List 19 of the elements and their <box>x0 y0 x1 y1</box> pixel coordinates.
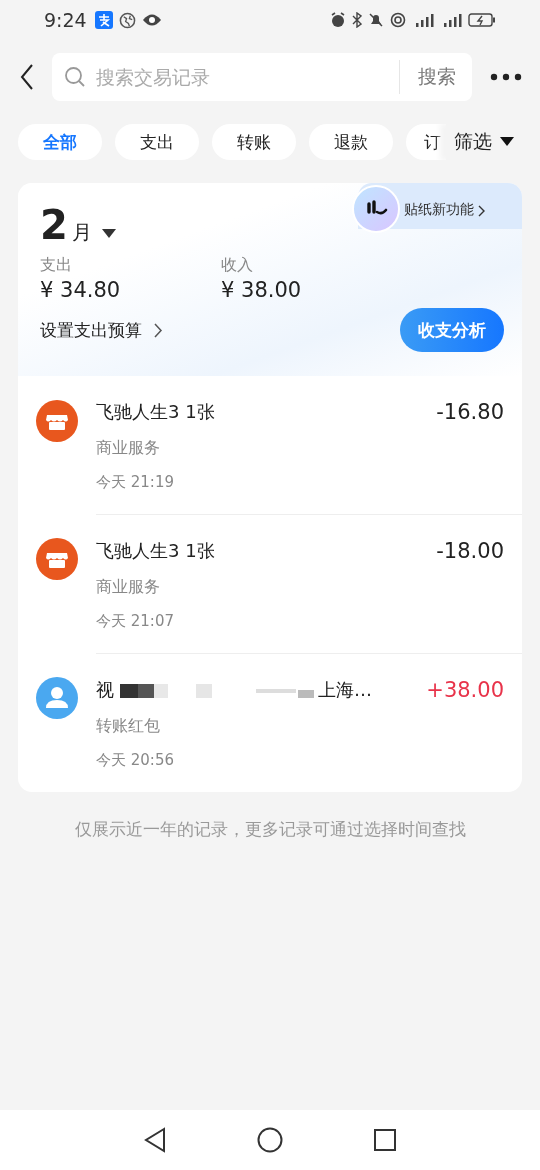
transaction-title: 飞驰人生3 1张 <box>96 400 215 424</box>
footer-note: 仅展示近一年的记录，更多记录可通过选择时间查找 <box>73 818 467 841</box>
income-label: 收入 <box>221 255 254 276</box>
expense-total: ¥ 34.80 <box>40 278 122 302</box>
transaction-title: 上海… <box>318 678 372 702</box>
transaction-time: 今天 20:56 <box>96 751 175 770</box>
transaction-title: 视 <box>96 678 114 702</box>
transaction-category: 商业服务 <box>96 438 161 459</box>
transaction-category: 商业服务 <box>96 577 161 598</box>
status-time: 9:24 <box>44 9 87 31</box>
transaction-time: 今天 21:19 <box>96 473 175 492</box>
transaction-category: 转账红包 <box>96 716 161 737</box>
transaction-amount: -16.80 <box>436 400 504 424</box>
transaction-time: 今天 21:07 <box>96 612 175 631</box>
expense-label: 支出 <box>40 255 73 276</box>
transaction-amount: +38.00 <box>426 678 504 702</box>
transaction-title: 飞驰人生3 1张 <box>96 539 215 563</box>
income-total: ¥ 38.00 <box>221 278 303 302</box>
transaction-amount: -18.00 <box>436 539 504 563</box>
